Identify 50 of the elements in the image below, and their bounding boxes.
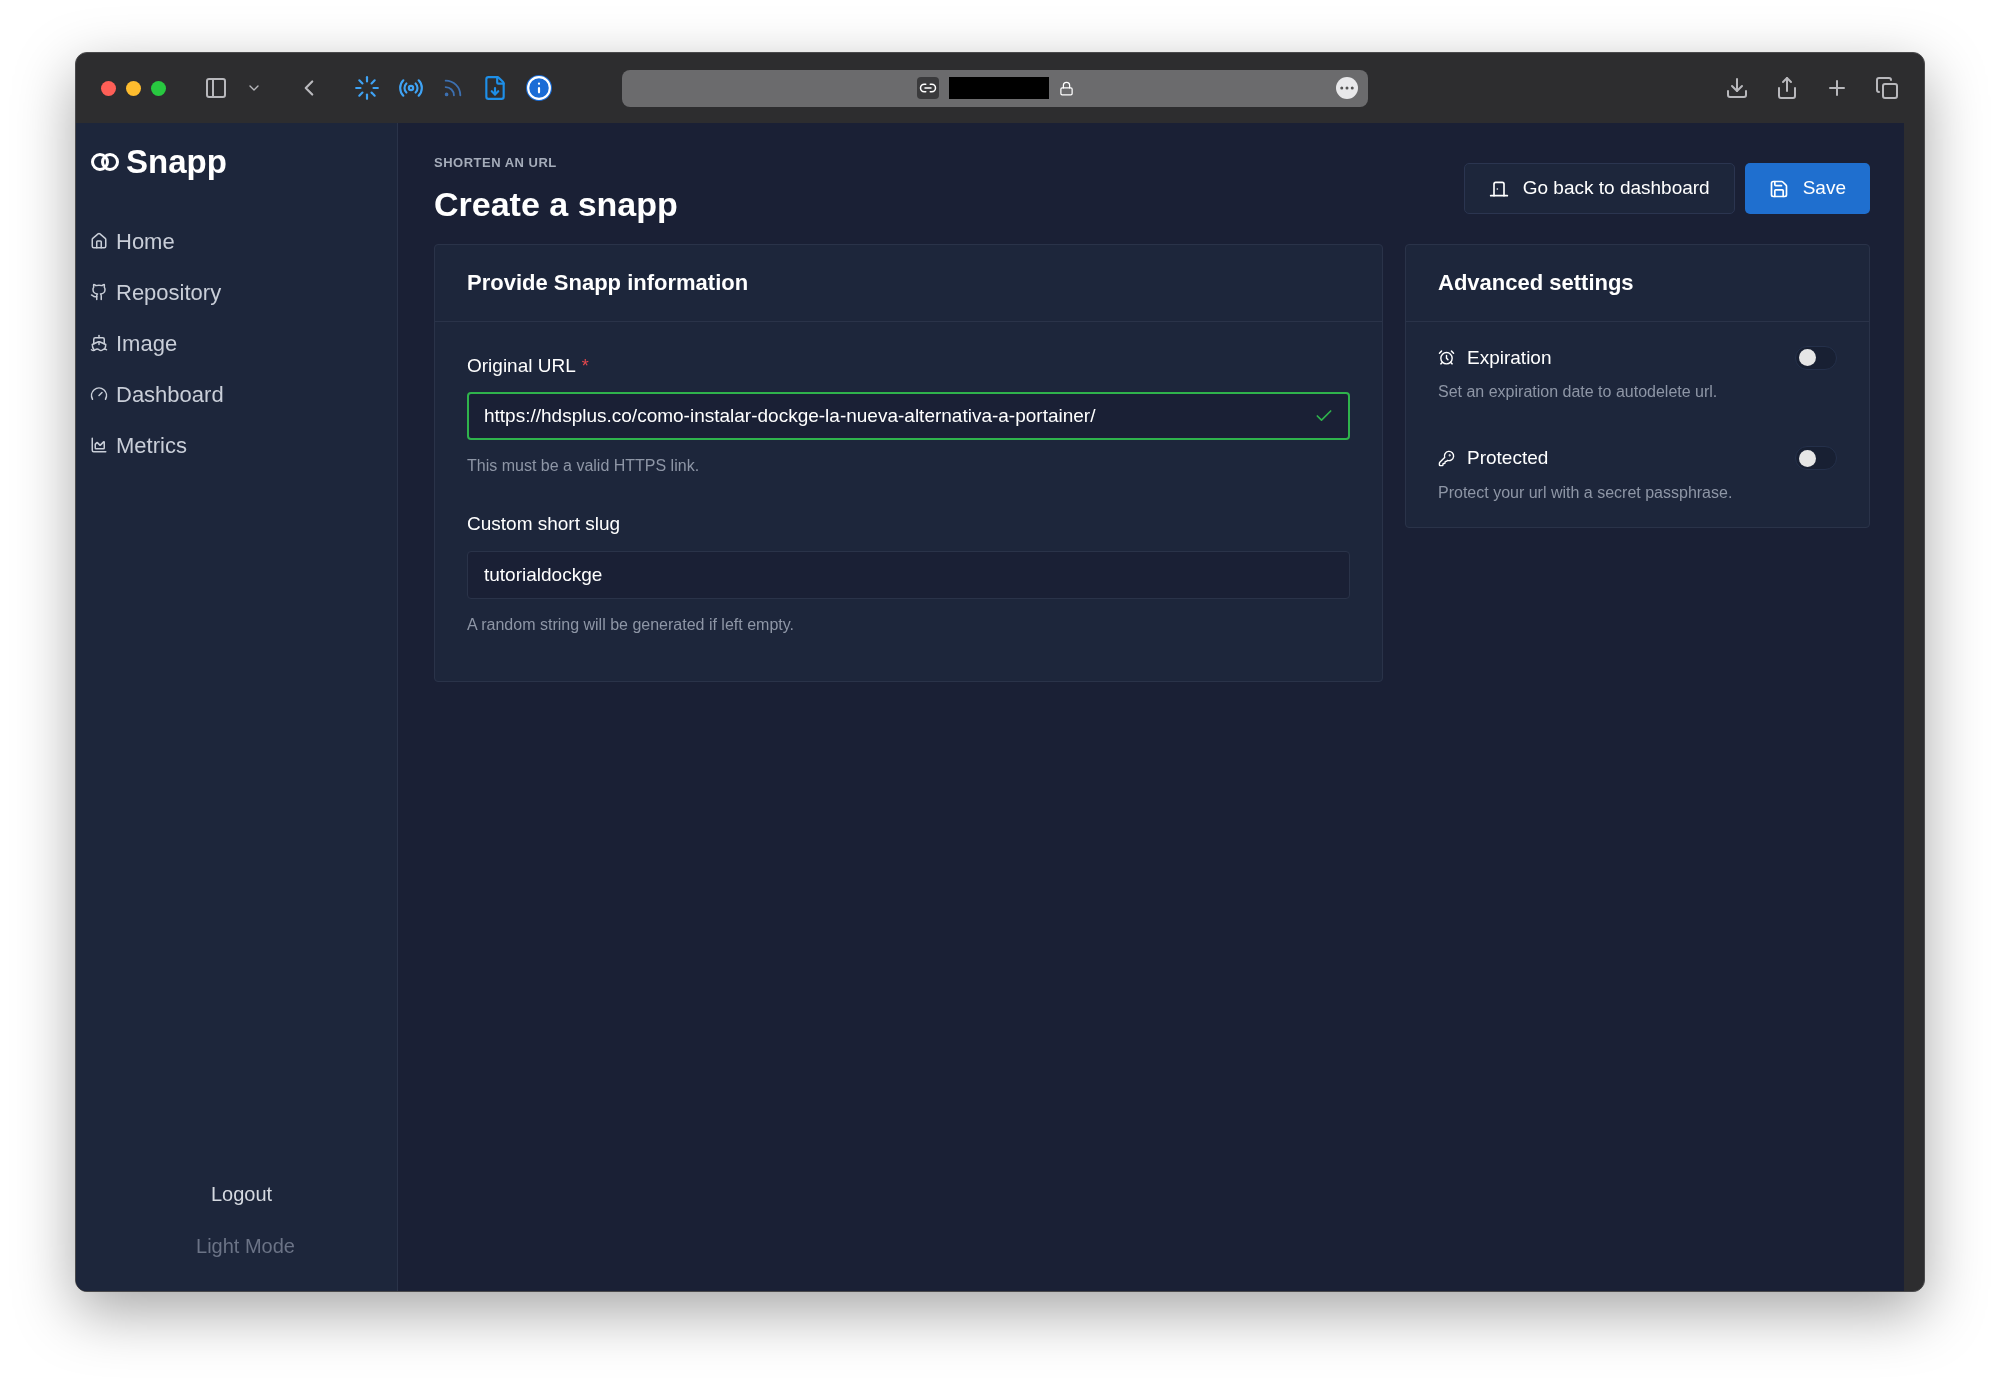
- info-icon[interactable]: [526, 75, 552, 101]
- text-field[interactable]: https://hdsplus.co/como-instalar-dockge-la-nueva-alternativa-a-portainer/: [467, 392, 1350, 440]
- page-title: Create a snapp: [434, 183, 678, 225]
- key-icon: [1438, 449, 1455, 467]
- lock-icon: [1058, 80, 1074, 96]
- share-icon[interactable]: [1775, 76, 1799, 100]
- address-bar[interactable]: [622, 69, 1368, 107]
- logout-button[interactable]: Logout: [210, 1179, 273, 1209]
- card-title: Provide Snapp information: [467, 269, 749, 297]
- gauge-icon: [90, 385, 108, 403]
- save-button[interactable]: Save: [1744, 163, 1870, 214]
- setting-description: Set an expiration date to autodelete url.: [1438, 382, 1719, 402]
- more-icon[interactable]: [1336, 77, 1358, 99]
- download-icon[interactable]: [1725, 76, 1749, 100]
- rss-icon[interactable]: [442, 77, 464, 99]
- close-window-button[interactable]: [101, 80, 116, 96]
- home-icon: [90, 232, 108, 250]
- sidebar-toggle-icon[interactable]: [204, 76, 228, 100]
- setting-description: Protect your url with a secret passphrase.: [1438, 482, 1734, 503]
- chart-icon: [90, 436, 108, 454]
- setting-label: Protected: [1467, 446, 1549, 470]
- back-button[interactable]: Go back to dashboard: [1463, 163, 1735, 214]
- page-eyebrow: SHORTEN AN URL: [434, 154, 558, 172]
- field-label: Original URL: [467, 353, 576, 378]
- alarm-clock-icon: [1438, 349, 1455, 367]
- text-field[interactable]: tutorialdockge: [467, 550, 1350, 599]
- setting-label: Expiration: [1467, 345, 1552, 370]
- brand-name: Snapp: [126, 142, 227, 182]
- tabs-overview-icon[interactable]: [1875, 76, 1899, 100]
- link-icon: [916, 77, 939, 99]
- field-hint: A random string will be generated if left empty.: [467, 614, 795, 635]
- nav-item[interactable]: Home: [90, 226, 383, 256]
- nav-item[interactable]: Metrics: [90, 430, 383, 460]
- field-hint: This must be a valid HTTPS link.: [467, 456, 701, 476]
- loading-icon[interactable]: [354, 75, 380, 101]
- nav-item[interactable]: Image: [90, 328, 383, 358]
- toggle-switch[interactable]: [1795, 446, 1837, 471]
- toggle-switch[interactable]: [1795, 345, 1837, 370]
- ship-icon: [90, 334, 108, 352]
- maximize-window-button[interactable]: [151, 80, 166, 96]
- nav-item[interactable]: Dashboard: [90, 379, 383, 409]
- file-download-icon[interactable]: [482, 75, 508, 101]
- card-title: Advanced settings: [1438, 269, 1634, 297]
- field-label: Custom short slug: [467, 512, 621, 536]
- github-icon: [90, 283, 108, 301]
- save-icon: [1768, 178, 1789, 199]
- required-mark: *: [581, 354, 589, 378]
- minimize-window-button[interactable]: [126, 80, 141, 96]
- nav-item[interactable]: Repository: [90, 277, 383, 307]
- logo-icon: [90, 151, 120, 172]
